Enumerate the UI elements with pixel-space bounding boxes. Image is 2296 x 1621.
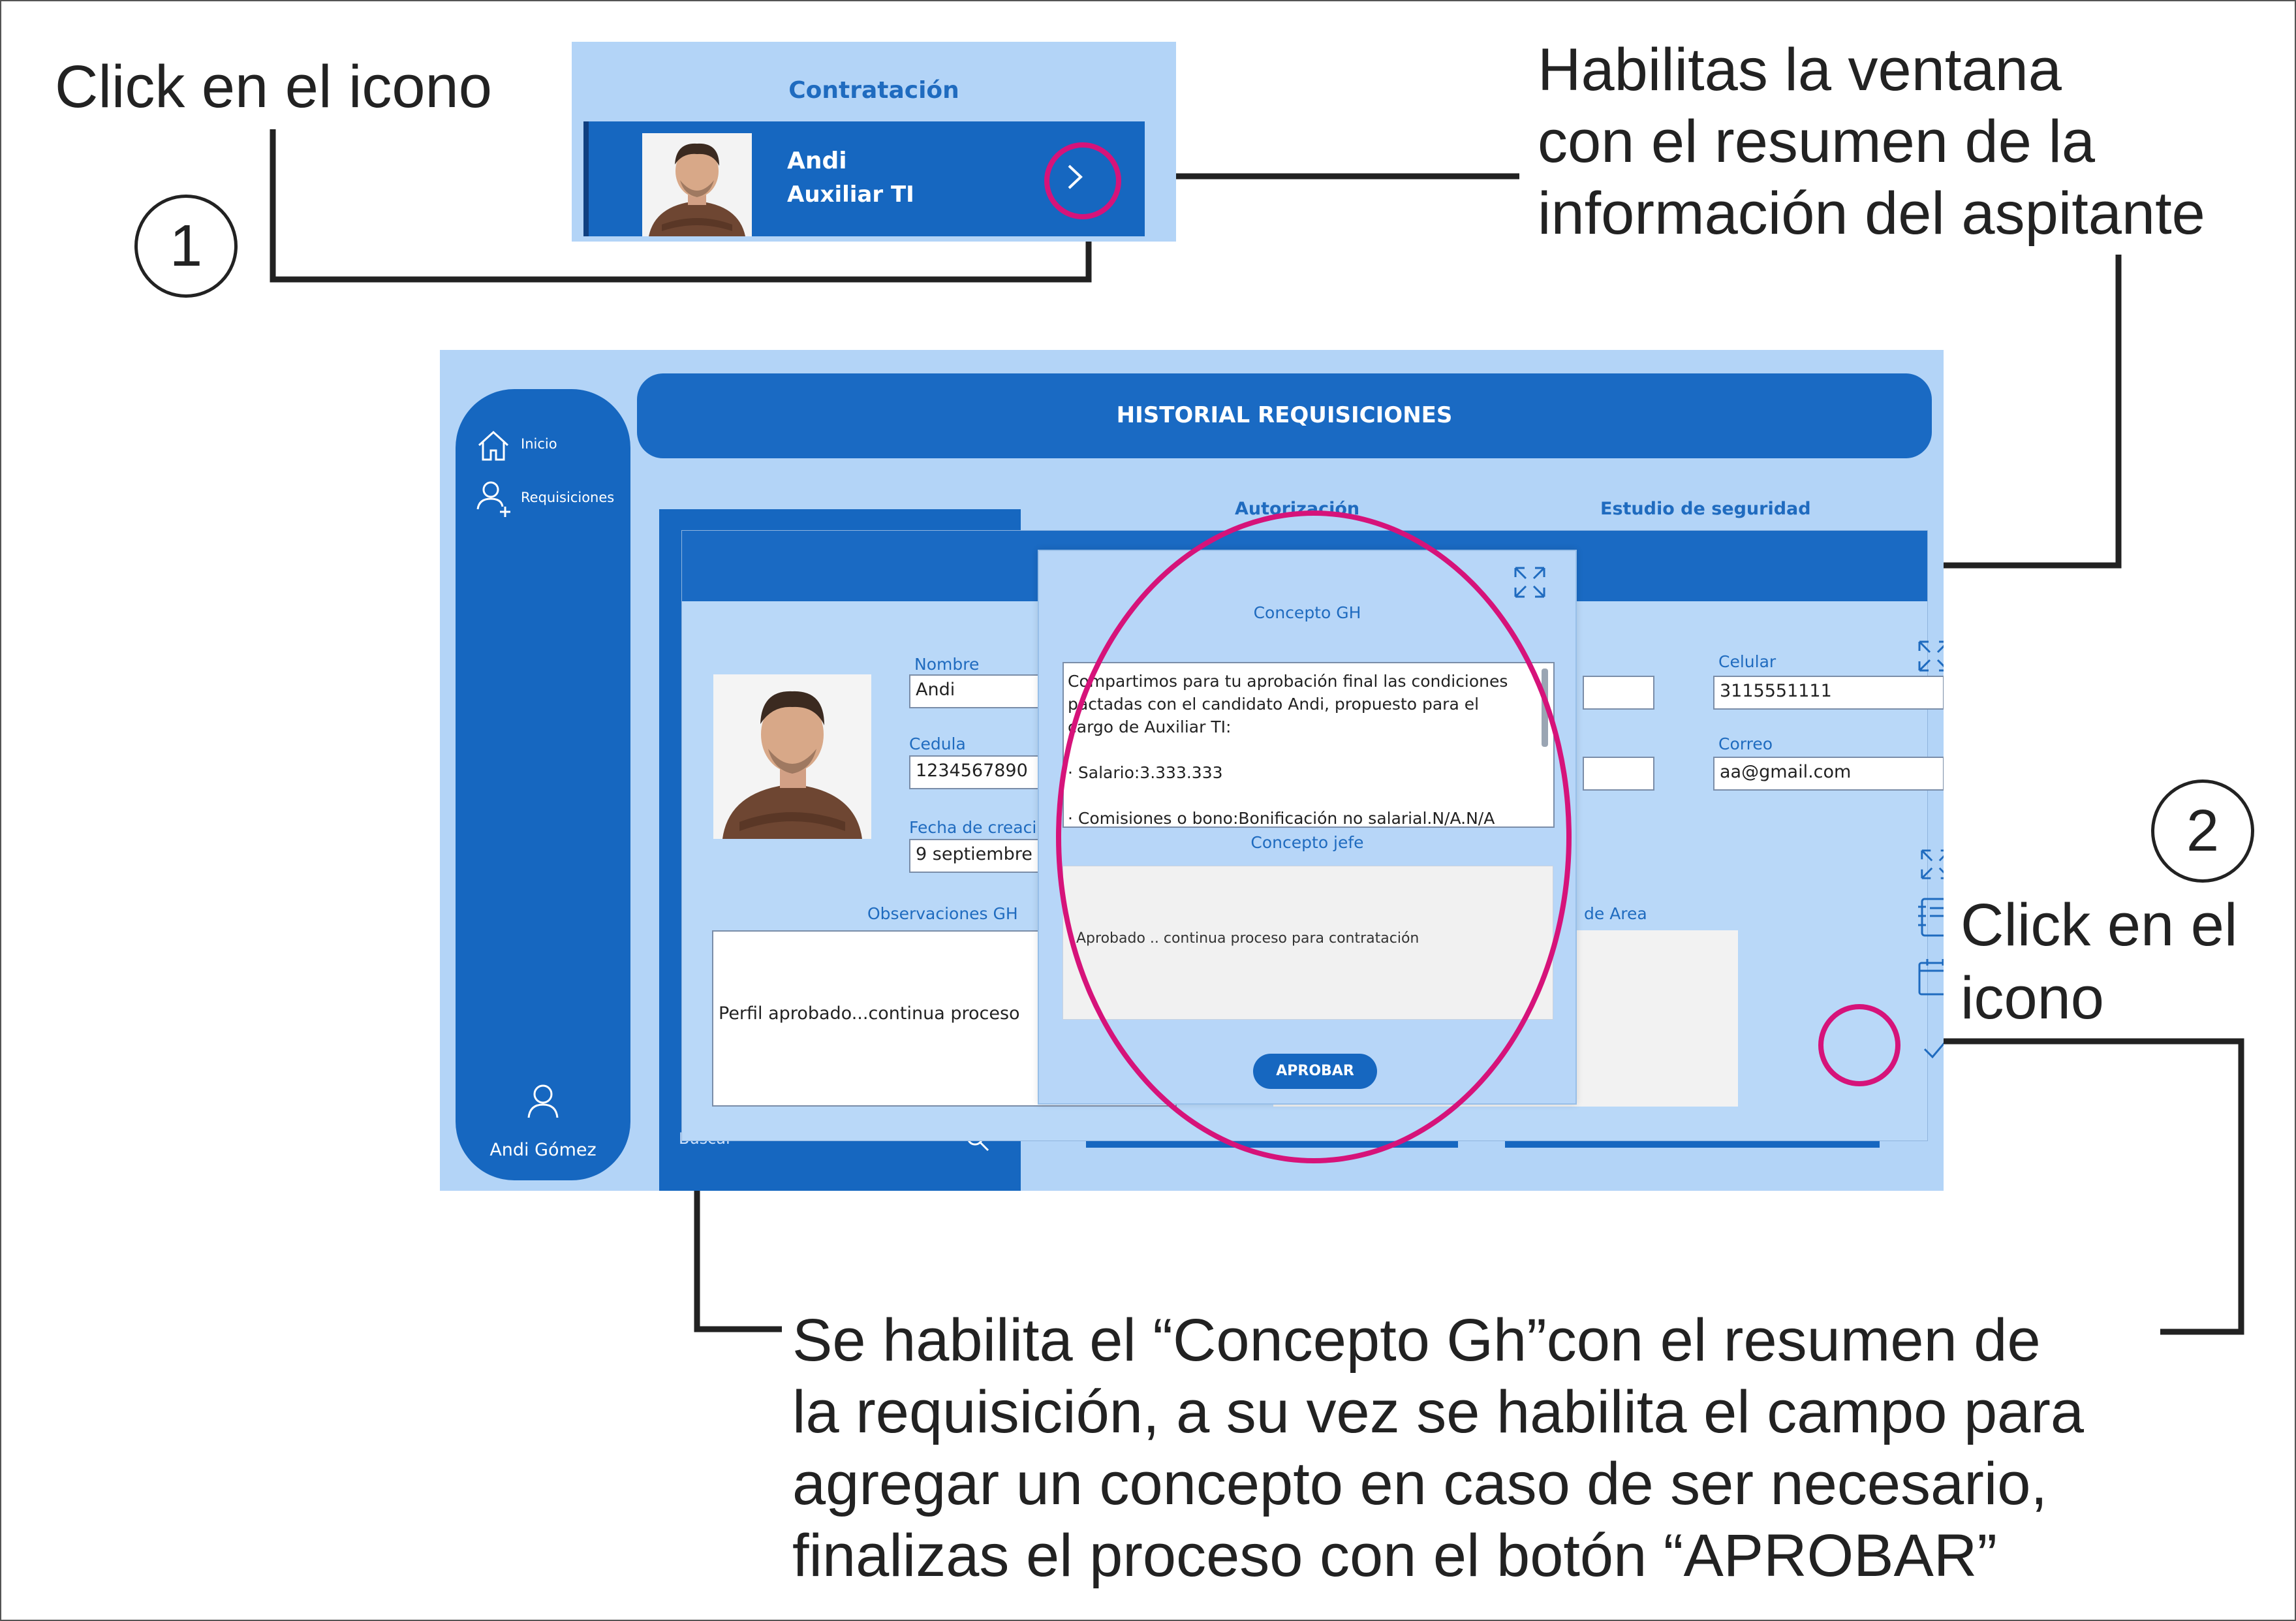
candidate-role: Auxiliar TI — [787, 181, 914, 208]
highlight-ellipse-popup — [1056, 511, 1572, 1163]
cedula-field[interactable]: 1234567890 — [909, 755, 1053, 789]
step2-callout-line1: Click en el — [1961, 892, 2238, 958]
sidebar-item-inicio-label: Inicio — [521, 436, 557, 452]
bottom-callout-line2: la requisición, a su vez se habilita el … — [792, 1379, 2085, 1445]
nombre-label: Nombre — [914, 655, 980, 674]
celular-label: Celular — [1718, 652, 1776, 671]
candidate-photo — [642, 133, 752, 236]
user-icon[interactable] — [523, 1081, 563, 1120]
sidebar: Inicio Requisiciones Andi Gómez — [456, 389, 630, 1180]
partial-field-1[interactable] — [1583, 676, 1654, 710]
bottom-callout-line4: finalizas el proceso con el botón “APROB… — [792, 1522, 1997, 1589]
top-right-callout-line3: información del aspitante — [1538, 180, 2205, 247]
sidebar-item-requisiciones-label: Requisiciones — [521, 490, 615, 505]
correo-field[interactable]: aa@gmail.com — [1713, 757, 1944, 791]
cedula-label: Cedula — [909, 734, 966, 753]
header-bar: HISTORIAL REQUISICIONES — [637, 373, 1932, 458]
bottom-strip-2 — [1505, 1141, 1880, 1148]
bottom-callout-line3: agregar un concepto en caso de ser neces… — [792, 1451, 2048, 1517]
sidebar-item-requisiciones[interactable]: Requisiciones — [475, 479, 632, 522]
tab-estudio-seguridad[interactable]: Estudio de seguridad — [1600, 499, 1811, 519]
bottom-callout-line1: Se habilita el “Concepto Gh”con el resum… — [792, 1307, 2041, 1374]
app-window: Inicio Requisiciones Andi Gómez HISTORIA… — [440, 350, 1944, 1191]
step2-callout-line2: icono — [1961, 965, 2104, 1031]
fecha-label: Fecha de creaci — [909, 818, 1037, 837]
page-title: HISTORIAL REQUISICIONES — [1116, 402, 1453, 428]
step1-number: 1 — [134, 195, 238, 298]
top-right-callout-line2: con el resumen de la — [1538, 108, 2096, 175]
candidate-name: Andi — [787, 148, 847, 174]
check-icon[interactable] — [1916, 1028, 1944, 1067]
user-add-icon — [476, 481, 510, 517]
detail-photo — [713, 674, 871, 839]
calendar-icon[interactable] — [1916, 956, 1944, 998]
highlight-circle-step2 — [1818, 1004, 1900, 1086]
sidebar-item-inicio[interactable]: Inicio — [475, 427, 632, 466]
sidebar-user-name: Andi Gómez — [489, 1140, 597, 1160]
correo-label: Correo — [1718, 734, 1773, 753]
expand-icon[interactable] — [1512, 564, 1548, 601]
step2-number: 2 — [2151, 779, 2254, 883]
notebook-icon[interactable] — [1916, 896, 1944, 938]
partial-field-2[interactable] — [1583, 757, 1654, 791]
fecha-field[interactable]: 9 septiembre — [909, 839, 1053, 873]
highlight-circle-step1 — [1044, 142, 1121, 219]
contratacion-panel: Contratación Andi Auxiliar TI — [572, 42, 1176, 242]
observaciones-label: Observaciones GH — [867, 904, 1018, 923]
expand-icon[interactable] — [1916, 638, 1944, 674]
nombre-field[interactable]: Andi — [909, 674, 1053, 708]
top-right-callout-line1: Habilitas la ventana — [1538, 37, 2062, 103]
home-icon — [478, 430, 509, 461]
contratacion-header: Contratación — [788, 77, 959, 104]
step1-callout: Click en el icono — [55, 54, 492, 120]
expand-icon[interactable] — [1918, 847, 1944, 882]
area-label: de Area — [1584, 904, 1647, 923]
celular-field[interactable]: 3115551111 — [1713, 676, 1944, 710]
